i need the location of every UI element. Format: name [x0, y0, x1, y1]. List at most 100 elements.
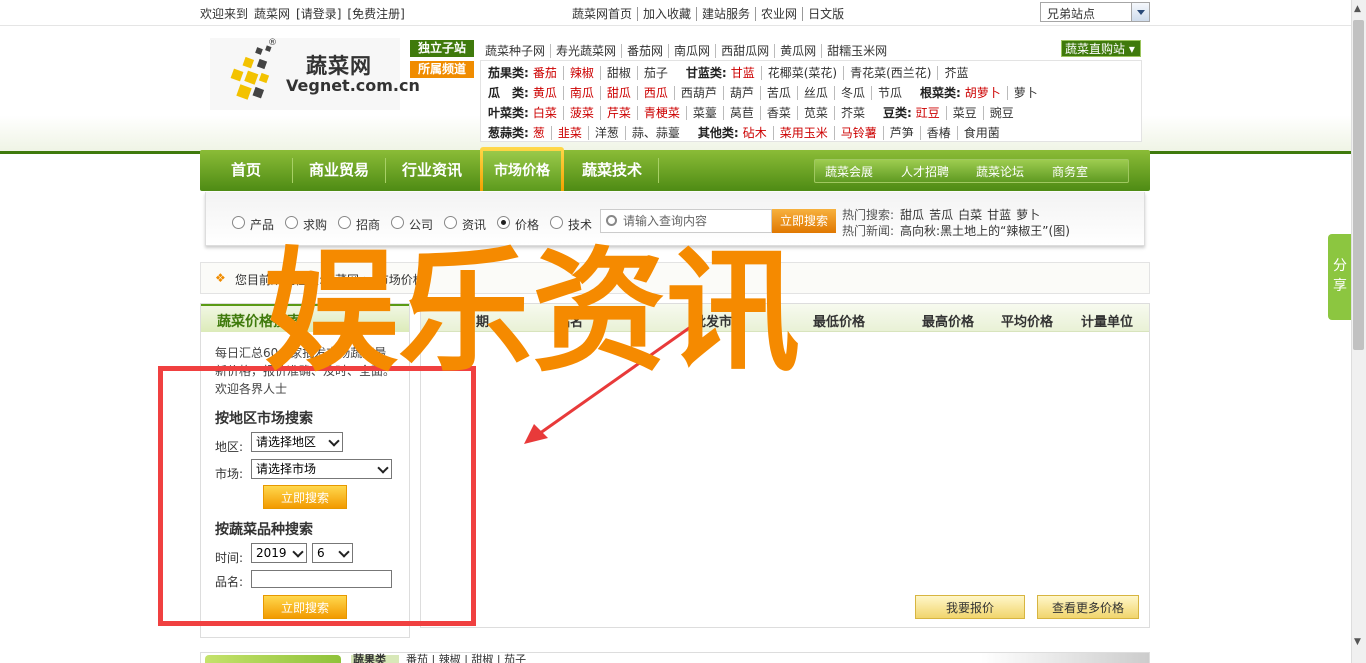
scroll-up-icon[interactable]: ▲: [1354, 4, 1361, 14]
category-link[interactable]: 苦瓜: [759, 86, 797, 100]
substation-link[interactable]: 寿光蔬菜网: [550, 44, 622, 58]
category-link[interactable]: 萝卜: [1006, 86, 1044, 100]
hot-news-link[interactable]: 高向秋:黑土地上的“辣椒王”(图): [900, 224, 1070, 238]
category-link[interactable]: 洋葱: [587, 126, 625, 140]
category-link[interactable]: 丝瓜: [796, 86, 834, 100]
radio-label: 技术: [568, 218, 593, 232]
category-link[interactable]: 西瓜: [636, 86, 674, 100]
substation-link[interactable]: 甜糯玉米网: [821, 44, 893, 58]
site-link[interactable]: 蔬菜网: [254, 7, 290, 21]
category-link[interactable]: 花椰菜(菜花): [760, 66, 844, 80]
category-link[interactable]: 芥蓝: [937, 66, 975, 80]
category-link[interactable]: 甘蓝: [731, 66, 761, 80]
category-link[interactable]: 辣椒: [562, 66, 600, 80]
category-link[interactable]: 甜椒: [599, 66, 637, 80]
login-link[interactable]: [请登录]: [296, 7, 341, 21]
scroll-down-icon[interactable]: ▼: [1354, 637, 1361, 647]
sister-sites-value: 兄弟站点: [1047, 7, 1096, 21]
category-link[interactable]: 芹菜: [599, 106, 637, 120]
subnav-expo[interactable]: 蔬菜会展: [825, 163, 873, 180]
category-link[interactable]: 莴苣: [722, 106, 760, 120]
register-link[interactable]: [免费注册]: [347, 7, 404, 21]
hot-keyword[interactable]: 甜瓜: [900, 208, 924, 222]
nav-trade[interactable]: 商业贸易: [293, 150, 385, 191]
top-links: 蔬菜网首页 加入收藏 建站服务 农业网 日文版: [572, 5, 850, 22]
category-link[interactable]: 蒜、蒜薹: [624, 126, 686, 140]
hot-news-label: 热门新闻:: [842, 224, 895, 238]
category-link[interactable]: 菠菜: [562, 106, 600, 120]
top-link-build[interactable]: 建站服务: [696, 7, 756, 21]
category-link[interactable]: 菜豆: [945, 106, 983, 120]
nav-home[interactable]: 首页: [200, 150, 292, 191]
substation-link[interactable]: 番茄网: [621, 44, 669, 58]
substation-link[interactable]: 蔬菜种子网: [485, 44, 550, 58]
category-link[interactable]: 青花菜(西兰花): [843, 66, 938, 80]
category-label: 瓜 类:: [488, 86, 529, 100]
category-link[interactable]: 白菜: [533, 106, 563, 120]
hot-area: 热门搜索: 甜瓜 苦瓜 白菜 甘蓝 萝卜 热门新闻: 高向秋:黑土地上的“辣椒王”(图): [842, 207, 1070, 239]
category-link[interactable]: 黄瓜: [533, 86, 563, 100]
category-link[interactable]: 马铃薯: [833, 126, 883, 140]
category-link[interactable]: 菜用玉米: [772, 126, 834, 140]
radio-label: 价格: [515, 218, 540, 232]
nav-news[interactable]: 行业资讯: [386, 150, 478, 191]
subnav-jobs[interactable]: 人才招聘: [901, 163, 949, 180]
site-logo[interactable]: ® 蔬菜网 Vegnet.com.cn: [210, 38, 420, 110]
category-link[interactable]: 南瓜: [562, 86, 600, 100]
top-link-home[interactable]: 蔬菜网首页: [572, 7, 637, 21]
top-link-favorite[interactable]: 加入收藏: [637, 7, 697, 21]
category-link[interactable]: 甜瓜: [599, 86, 637, 100]
category-link[interactable]: 芥菜: [833, 106, 871, 120]
category-link[interactable]: 青梗菜: [636, 106, 686, 120]
search-placeholder: 请输入查询内容: [623, 214, 708, 228]
category-link[interactable]: 茄子: [636, 66, 674, 80]
category-link[interactable]: 节瓜: [870, 86, 908, 100]
sister-sites-select[interactable]: 兄弟站点: [1040, 2, 1150, 22]
bottom-links[interactable]: 蔬果类 番茄 | 辣椒 | 甜椒 | 茄子: [353, 654, 526, 663]
th-min-price: 最低价格: [813, 315, 866, 330]
scrollbar-thumb[interactable]: [1353, 20, 1364, 350]
hot-keyword[interactable]: 白菜: [958, 208, 982, 222]
more-prices-button[interactable]: 查看更多价格: [1037, 595, 1139, 619]
category-link[interactable]: 葫芦: [722, 86, 760, 100]
top-link-japanese[interactable]: 日文版: [802, 7, 850, 21]
category-link[interactable]: 香菜: [759, 106, 797, 120]
radio-circle: [232, 216, 245, 229]
subnav-forum[interactable]: 蔬菜论坛: [976, 163, 1024, 180]
category-link[interactable]: 冬瓜: [833, 86, 871, 100]
search-button[interactable]: 立即搜索: [772, 209, 836, 233]
category-link[interactable]: 菜薹: [685, 106, 723, 120]
category-link[interactable]: 砧木: [743, 126, 773, 140]
category-link[interactable]: 西葫芦: [673, 86, 723, 100]
bottom-section: 蔬果类 番茄 | 辣椒 | 甜椒 | 茄子: [200, 652, 1150, 663]
direct-purchase-button[interactable]: 蔬菜直购站 ▾: [1061, 40, 1141, 57]
category-link[interactable]: 胡萝卜: [965, 86, 1007, 100]
category-link[interactable]: 芦笋: [882, 126, 920, 140]
category-link[interactable]: 食用菌: [956, 126, 1006, 140]
category-link[interactable]: 苋菜: [796, 106, 834, 120]
category-link[interactable]: 香椿: [919, 126, 957, 140]
substation-link[interactable]: 黄瓜网: [774, 44, 822, 58]
share-tab[interactable]: 分享: [1328, 234, 1352, 320]
category-link[interactable]: 番茄: [533, 66, 563, 80]
quote-button[interactable]: 我要报价: [915, 595, 1025, 619]
substation-link[interactable]: 西甜瓜网: [715, 44, 775, 58]
search-input[interactable]: 请输入查询内容: [600, 209, 772, 233]
category-link[interactable]: 豇豆: [916, 106, 946, 120]
hot-keyword[interactable]: 甘蓝: [987, 208, 1011, 222]
subnav-office[interactable]: 商务室: [1052, 163, 1088, 180]
substation-link[interactable]: 南瓜网: [668, 44, 716, 58]
top-link-agri[interactable]: 农业网: [755, 7, 803, 21]
substation-links: 蔬菜种子网 寿光蔬菜网 番茄网 南瓜网 西甜瓜网 黄瓜网 甜糯玉米网: [485, 42, 893, 59]
sub-nav: 蔬菜会展 人才招聘 蔬菜论坛 商务室: [814, 159, 1129, 183]
category-link[interactable]: 韭菜: [550, 126, 588, 140]
hot-keyword[interactable]: 苦瓜: [929, 208, 953, 222]
welcome-text: 欢迎来到: [200, 7, 249, 21]
nav-tech[interactable]: 蔬菜技术: [566, 150, 658, 191]
radio-circle: [391, 216, 404, 229]
nav-market-price[interactable]: 市场价格: [480, 147, 564, 191]
category-link[interactable]: 葱: [533, 126, 551, 140]
category-link[interactable]: 豌豆: [982, 106, 1020, 120]
radio-circle: [444, 216, 457, 229]
hot-keyword[interactable]: 萝卜: [1016, 208, 1040, 222]
